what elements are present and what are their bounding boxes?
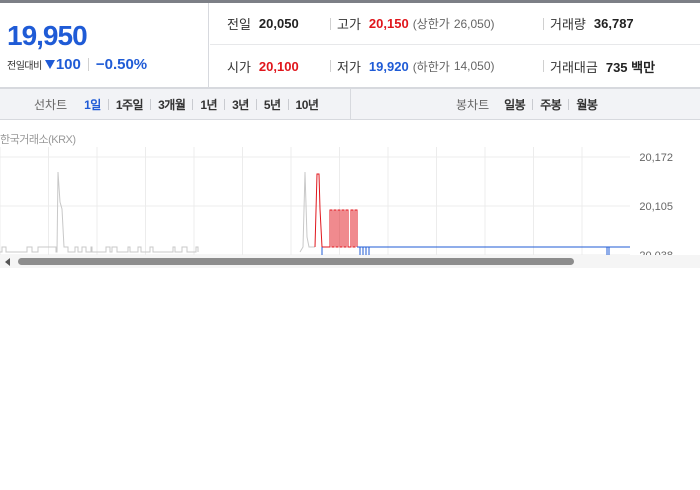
tab-10-years[interactable]: 10년 — [289, 96, 326, 113]
stats-row-1: 전일 20,050 고가 20,150 (상한가 26,050) 거래량 36,… — [210, 3, 700, 45]
divider — [87, 57, 89, 71]
scroll-thumb[interactable] — [18, 258, 574, 265]
tab-weekly-candle[interactable]: 주봉 — [533, 96, 568, 113]
data-source-label: 한국거래소(KRX) — [0, 134, 76, 146]
intraday-chart[interactable]: 20,172 20,105 20,038 — [0, 147, 700, 257]
stat-value: 20,100 — [258, 58, 299, 74]
divider — [330, 18, 331, 30]
tab-1-week[interactable]: 1주일 — [109, 96, 150, 113]
chart-canvas: 20,17220,10520,038 — [0, 147, 673, 257]
stat-low: 저가 19,920 (하한가 14,050) — [337, 57, 495, 76]
line-chart-tabs: 선차트 1일 1주일 3개월 1년 3년 5년 10년 — [0, 89, 351, 119]
stat-value: 735 백만 — [605, 59, 656, 75]
stat-value: 36,787 — [593, 16, 634, 31]
lower-limit-label: (하한가 — [412, 59, 450, 74]
stat-value: 20,150 — [368, 16, 409, 31]
y-tick-label: 20,105 — [639, 201, 673, 213]
stat-label: 거래대금 — [550, 59, 598, 75]
stat-label: 시가 — [227, 59, 251, 75]
grey-price-line — [0, 171, 199, 253]
tab-1-day[interactable]: 1일 — [77, 96, 108, 113]
divider — [330, 60, 331, 72]
grey-price-line — [299, 171, 315, 253]
stat-value: 20,050 — [258, 16, 299, 31]
stat-volume: 거래량 36,787 — [550, 14, 634, 33]
tab-5-years[interactable]: 5년 — [257, 96, 288, 113]
upper-limit-label: (상한가 — [412, 17, 450, 31]
current-price: 19,950 — [7, 20, 88, 51]
stat-label: 저가 — [337, 59, 361, 75]
change-percent: −0.50% — [95, 55, 148, 73]
current-price-block: 19,950 전일대비 100 −0.50% — [0, 3, 209, 88]
stat-label: 전일 — [227, 17, 251, 32]
down-triangle-icon — [44, 59, 55, 69]
price-summary: 19,950 전일대비 100 −0.50% 전일 20,050 고가 20,1… — [0, 3, 700, 88]
y-axis-labels: 20,17220,10520,038 — [639, 152, 673, 257]
line-chart-label: 선차트 — [34, 97, 68, 112]
candle-chart-label: 봉차트 — [456, 97, 490, 112]
stat-label: 거래량 — [550, 17, 586, 32]
stats-grid: 전일 20,050 고가 20,150 (상한가 26,050) 거래량 36,… — [210, 3, 700, 88]
divider — [543, 18, 544, 30]
tab-daily-candle[interactable]: 일봉 — [497, 96, 532, 113]
chart-tab-bar: 선차트 1일 1주일 3개월 1년 3년 5년 10년 봉차트 일봉 주봉 월봉 — [0, 88, 700, 120]
change-label: 전일대비 — [7, 60, 42, 72]
red-price-line — [314, 173, 358, 248]
stat-high: 고가 20,150 (상한가 26,050) — [337, 14, 495, 33]
stat-trade-value: 거래대금 735 백만 — [550, 57, 655, 76]
stats-row-2: 시가 20,100 저가 19,920 (하한가 14,050) 거래대금 73… — [210, 45, 700, 87]
stat-prev-close: 전일 20,050 — [227, 14, 299, 33]
stat-value: 19,920 — [368, 58, 409, 74]
lower-limit-value: 14,050) — [453, 59, 495, 73]
tab-monthly-candle[interactable]: 월봉 — [569, 96, 604, 113]
price-series — [0, 171, 630, 255]
change-row: 전일대비 100 −0.50% — [7, 55, 147, 73]
scroll-left-arrow-icon[interactable] — [5, 258, 10, 266]
divider — [543, 60, 544, 72]
stat-open: 시가 20,100 — [227, 57, 299, 76]
blue-price-line — [321, 246, 630, 255]
upper-limit-value: 26,050) — [453, 16, 495, 31]
tab-3-years[interactable]: 3년 — [225, 96, 256, 113]
y-tick-label: 20,172 — [639, 152, 673, 164]
candle-chart-tabs: 봉차트 일봉 주봉 월봉 — [352, 89, 700, 119]
stat-label: 고가 — [337, 17, 361, 32]
tab-1-year[interactable]: 1년 — [193, 96, 224, 113]
change-amount: 100 — [55, 55, 81, 73]
chart-scrollbar[interactable] — [0, 255, 700, 268]
tab-3-months[interactable]: 3개월 — [151, 96, 192, 113]
